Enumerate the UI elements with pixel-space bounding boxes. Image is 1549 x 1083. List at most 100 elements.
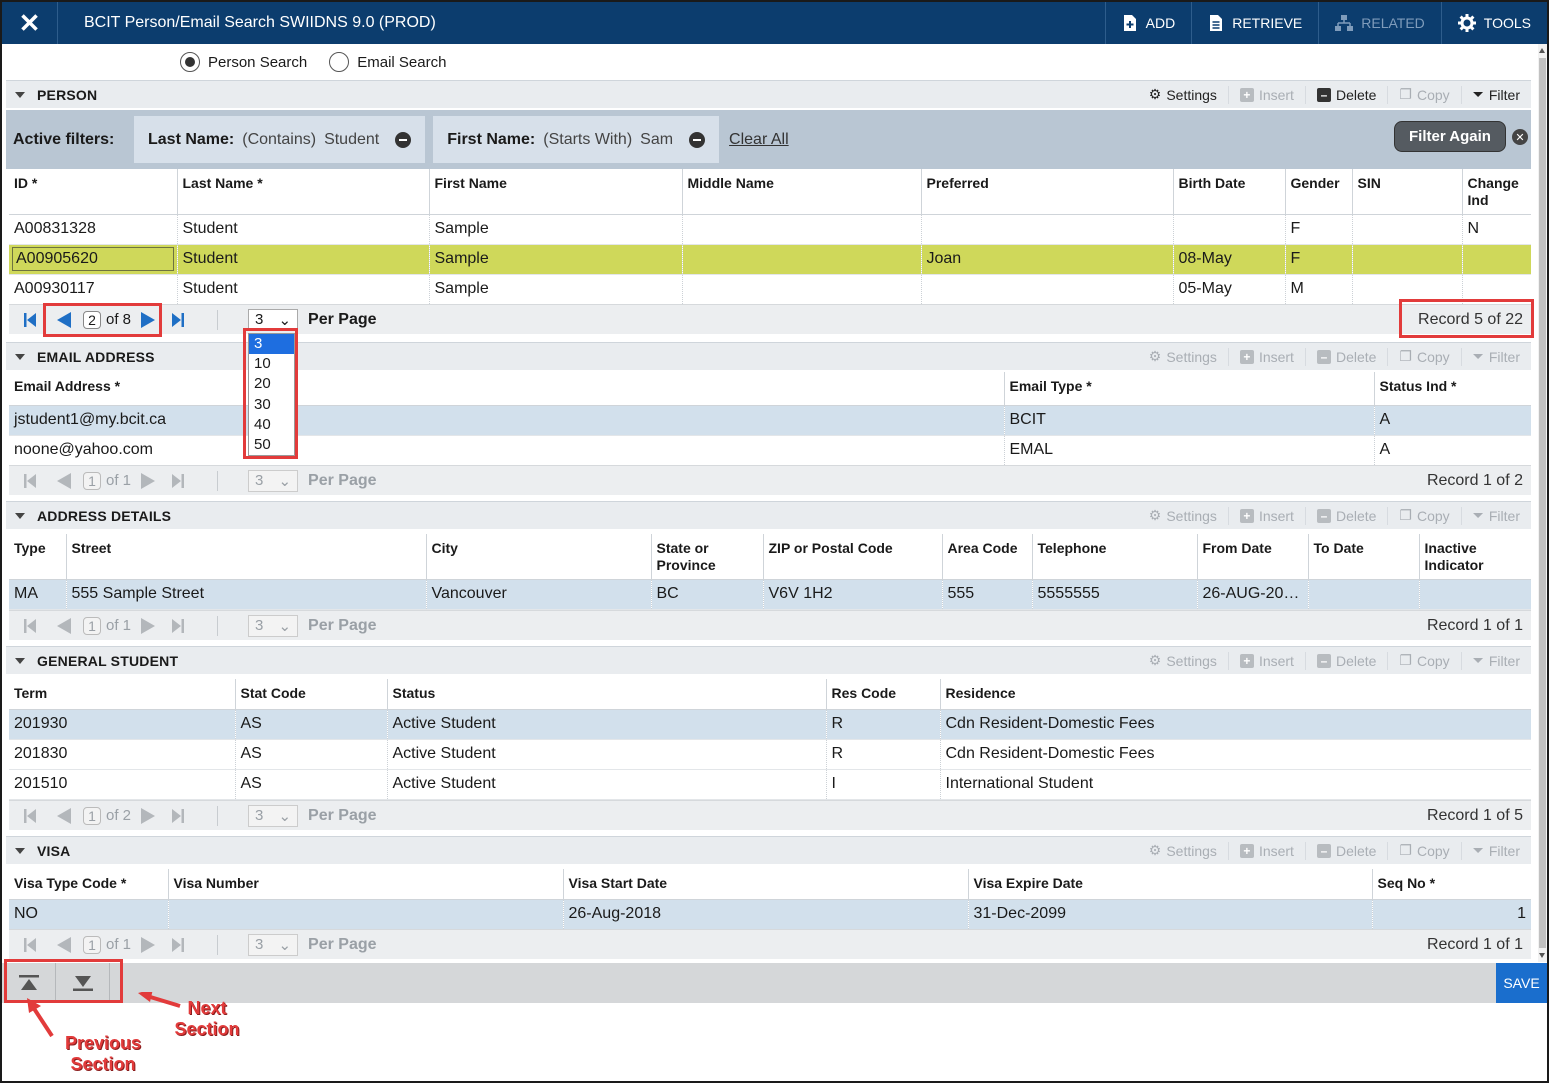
settings-button[interactable]: ⚙ Settings [1138, 652, 1228, 670]
table-cell[interactable] [921, 274, 1174, 305]
column-header[interactable]: Inactive Indicator [1419, 534, 1531, 580]
scroll-up-icon[interactable] [1539, 48, 1545, 53]
previous-page-icon[interactable] [55, 617, 73, 635]
page-number-input[interactable]: 1 [83, 616, 101, 635]
retrieve-button[interactable]: RETRIEVE [1191, 2, 1318, 44]
table-cell[interactable] [1462, 274, 1531, 305]
column-header[interactable]: Residence [940, 679, 1531, 710]
column-header[interactable]: First Name [429, 169, 683, 215]
per-page-option[interactable]: 3 [249, 334, 294, 355]
column-header[interactable]: Status Ind * [1374, 372, 1531, 406]
per-page-select[interactable]: 3 ⌄ [248, 614, 299, 637]
filter-again-button[interactable]: Filter Again [1394, 121, 1506, 152]
per-page-select[interactable]: 3 ⌄ [248, 804, 299, 827]
per-page-option[interactable]: 20 [249, 374, 294, 394]
next-page-icon[interactable] [139, 311, 157, 329]
column-header[interactable]: Last Name * [177, 169, 430, 215]
settings-button[interactable]: ⚙ Settings [1138, 348, 1228, 366]
table-cell[interactable]: MA [9, 579, 67, 610]
column-header[interactable]: City [426, 534, 652, 580]
table-cell[interactable] [682, 274, 922, 305]
next-page-icon[interactable] [139, 617, 157, 635]
table-cell[interactable]: A00831328 [9, 214, 178, 245]
column-header[interactable]: Visa Expire Date [968, 869, 1373, 900]
column-header[interactable]: Change Ind [1462, 169, 1531, 215]
table-cell[interactable]: N [1462, 214, 1531, 245]
table-cell[interactable]: I [826, 769, 941, 800]
previous-page-icon[interactable] [55, 807, 73, 825]
table-cell[interactable]: Sample [429, 274, 683, 305]
per-page-option[interactable]: 10 [249, 354, 294, 374]
table-cell[interactable]: 08-May [1173, 244, 1286, 275]
next-page-icon[interactable] [139, 936, 157, 954]
last-page-icon[interactable] [169, 807, 187, 825]
table-cell[interactable]: BC [651, 579, 764, 610]
copy-button[interactable]: ❐ Copy [1387, 841, 1460, 860]
table-cell[interactable]: Sample [429, 244, 683, 275]
column-header[interactable]: ID * [9, 169, 178, 215]
column-header[interactable]: Email Address * [9, 372, 1005, 406]
table-cell[interactable]: 5555555 [1032, 579, 1198, 610]
table-cell[interactable]: Student [177, 244, 430, 275]
general-student-section-header[interactable]: GENERAL STUDENT ⚙ Settings + Insert – Delet… [6, 646, 1531, 674]
page-number-input[interactable]: 1 [83, 935, 101, 954]
per-page-option[interactable]: 30 [249, 395, 294, 415]
tools-button[interactable]: TOOLS [1440, 2, 1547, 44]
table-row[interactable]: jstudent1@my.bcit.ca BCIT A [9, 405, 1531, 436]
vertical-scrollbar[interactable] [1538, 44, 1547, 962]
copy-button[interactable]: ❐ Copy [1387, 651, 1460, 670]
settings-button[interactable]: ⚙ Settings [1138, 507, 1228, 525]
table-row[interactable]: 201930 AS Active Student R Cdn Resident-… [9, 709, 1531, 740]
table-cell[interactable] [682, 244, 922, 275]
table-cell[interactable]: Active Student [387, 739, 827, 770]
table-cell[interactable]: 555 Sample Street [66, 579, 427, 610]
close-filters-icon[interactable]: ✕ [1512, 129, 1528, 145]
column-header[interactable]: Email Type * [1004, 372, 1375, 406]
collapse-triangle-icon[interactable] [15, 353, 25, 360]
table-cell[interactable]: Vancouver [426, 579, 652, 610]
first-page-icon[interactable] [21, 807, 39, 825]
per-page-select[interactable]: 3 ⌄ [248, 469, 299, 492]
column-header[interactable]: State or Province [651, 534, 764, 580]
table-cell[interactable]: F [1285, 214, 1353, 245]
table-cell[interactable]: 201930 [9, 709, 236, 740]
column-header[interactable]: Area Code [942, 534, 1033, 580]
table-cell[interactable]: Cdn Resident-Domestic Fees [940, 709, 1531, 740]
delete-button[interactable]: – Delete [1304, 841, 1387, 860]
table-cell[interactable]: A [1374, 435, 1531, 466]
table-cell[interactable]: AS [235, 739, 388, 770]
table-cell[interactable]: 26-AUG-20… [1197, 579, 1309, 610]
previous-page-icon[interactable] [55, 311, 73, 329]
per-page-select[interactable]: 3 ⌄ [248, 933, 299, 956]
last-page-icon[interactable] [169, 472, 187, 490]
insert-button[interactable]: + Insert [1227, 347, 1305, 366]
table-cell[interactable]: Joan [921, 244, 1174, 275]
filter-button[interactable]: ⏷ Filter [1460, 841, 1531, 860]
delete-button[interactable]: – Delete [1304, 506, 1387, 525]
remove-filter-icon[interactable] [395, 131, 412, 148]
column-header[interactable]: Street [66, 534, 427, 580]
column-header[interactable]: Telephone [1032, 534, 1198, 580]
delete-button[interactable]: – Delete [1304, 85, 1387, 104]
first-page-icon[interactable] [21, 311, 39, 329]
page-number-input[interactable]: 1 [83, 471, 101, 490]
settings-button[interactable]: ⚙ Settings [1138, 86, 1228, 104]
filter-button[interactable]: ⏷ Filter [1460, 347, 1531, 366]
scroll-down-icon[interactable] [1539, 953, 1545, 958]
filter-button[interactable]: ⏷ Filter [1460, 85, 1531, 104]
column-header[interactable]: ZIP or Postal Code [763, 534, 943, 580]
first-page-icon[interactable] [21, 617, 39, 635]
column-header[interactable]: Seq No * [1372, 869, 1531, 900]
column-header[interactable]: Visa Number [168, 869, 564, 900]
table-cell[interactable]: V6V 1H2 [763, 579, 943, 610]
last-page-icon[interactable] [169, 936, 187, 954]
save-button[interactable]: SAVE [1496, 963, 1547, 1003]
table-cell[interactable]: A00930117 [9, 274, 178, 305]
per-page-option[interactable]: 50 [249, 435, 294, 455]
table-cell[interactable]: Sample [429, 214, 683, 245]
id-cell-focused[interactable]: A00905620 [12, 247, 174, 271]
table-cell[interactable] [1173, 214, 1286, 245]
close-icon[interactable]: ✕ [2, 2, 58, 44]
table-cell[interactable]: A00905620 [9, 244, 178, 275]
table-cell[interactable]: jstudent1@my.bcit.ca [9, 405, 1005, 436]
